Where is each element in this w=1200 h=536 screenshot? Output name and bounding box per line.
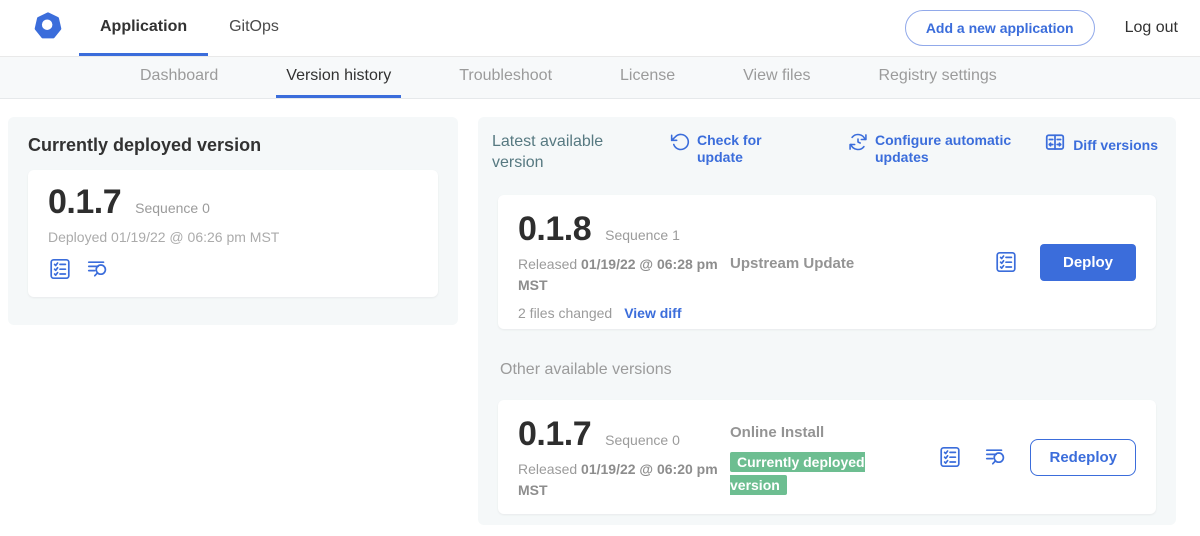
- configure-automatic-updates-label: Configure automatic updates: [875, 132, 1028, 166]
- view-logs-icon[interactable]: [984, 445, 1008, 469]
- preflight-checklist-icon[interactable]: [994, 250, 1018, 274]
- view-diff-link[interactable]: View diff: [624, 305, 681, 321]
- app-logo-icon: [33, 11, 63, 46]
- deploy-button[interactable]: Deploy: [1040, 244, 1136, 281]
- diff-versions-icon: [1044, 132, 1066, 159]
- diff-versions-action[interactable]: Diff versions: [1044, 132, 1158, 159]
- subtab-view-files[interactable]: View files: [733, 57, 820, 98]
- other-source-label: Online Install: [730, 424, 824, 441]
- tab-gitops[interactable]: GitOps: [208, 0, 300, 56]
- latest-version-number: 0.1.8: [518, 211, 591, 248]
- logout-link[interactable]: Log out: [1125, 19, 1178, 37]
- check-for-update-label: Check for update: [697, 132, 798, 166]
- admin-console: Application GitOps Add a new application…: [0, 0, 1200, 536]
- tab-application[interactable]: Application: [79, 0, 208, 56]
- subtab-troubleshoot[interactable]: Troubleshoot: [449, 57, 562, 98]
- other-sequence: Sequence 0: [605, 432, 680, 448]
- preflight-checklist-icon[interactable]: [48, 257, 72, 281]
- deployed-version-card: 0.1.7 Sequence 0 Deployed 01/19/22 @ 06:…: [28, 170, 438, 297]
- other-versions-title: Other available versions: [500, 361, 672, 379]
- subtab-license[interactable]: License: [610, 57, 685, 98]
- configure-automatic-updates-action[interactable]: Configure automatic updates: [848, 132, 1028, 166]
- available-versions-panel: Latest available version Check for updat…: [478, 117, 1176, 525]
- other-version-number: 0.1.7: [518, 416, 591, 453]
- latest-released-line: Released 01/19/22 @ 06:28 pm MST: [518, 254, 724, 295]
- preflight-checklist-icon[interactable]: [938, 445, 962, 469]
- app-subnav: Dashboard Version history Troubleshoot L…: [0, 57, 1200, 99]
- view-logs-icon[interactable]: [86, 257, 110, 281]
- auto-update-clock-icon: [848, 132, 868, 157]
- check-for-update-action[interactable]: Check for update: [670, 132, 798, 166]
- latest-available-title: Latest available version: [492, 132, 630, 174]
- redeploy-button[interactable]: Redeploy: [1030, 439, 1136, 476]
- deployed-panel-title: Currently deployed version: [28, 135, 438, 156]
- currently-deployed-panel: Currently deployed version 0.1.7 Sequenc…: [8, 117, 458, 325]
- files-changed-count: 2 files changed: [518, 305, 612, 321]
- other-release-card: 0.1.7 Sequence 0 Released 01/19/22 @ 06:…: [498, 400, 1156, 514]
- currently-deployed-badge: Currently deployed version: [730, 452, 865, 495]
- deployed-sequence: Sequence 0: [135, 200, 210, 216]
- subtab-registry-settings[interactable]: Registry settings: [868, 57, 1006, 98]
- latest-release-card: 0.1.8 Sequence 1 Released 01/19/22 @ 06:…: [498, 195, 1156, 329]
- refresh-icon: [670, 132, 690, 157]
- deployed-version-number: 0.1.7: [48, 184, 121, 221]
- add-application-button[interactable]: Add a new application: [905, 10, 1095, 46]
- other-released-line: Released 01/19/22 @ 06:20 pm MST: [518, 459, 724, 500]
- top-header: Application GitOps Add a new application…: [0, 0, 1200, 57]
- available-header: Latest available version Check for updat…: [478, 117, 1176, 174]
- latest-source-label: Upstream Update: [730, 255, 854, 272]
- app-logo[interactable]: [0, 0, 79, 56]
- subtab-dashboard[interactable]: Dashboard: [130, 57, 228, 98]
- deployed-timestamp: Deployed 01/19/22 @ 06:26 pm MST: [48, 229, 418, 245]
- subtab-version-history[interactable]: Version history: [276, 57, 401, 98]
- latest-sequence: Sequence 1: [605, 227, 680, 243]
- diff-versions-label: Diff versions: [1073, 137, 1158, 154]
- header-right: Add a new application Log out: [905, 0, 1200, 56]
- primary-tabs: Application GitOps: [79, 0, 300, 56]
